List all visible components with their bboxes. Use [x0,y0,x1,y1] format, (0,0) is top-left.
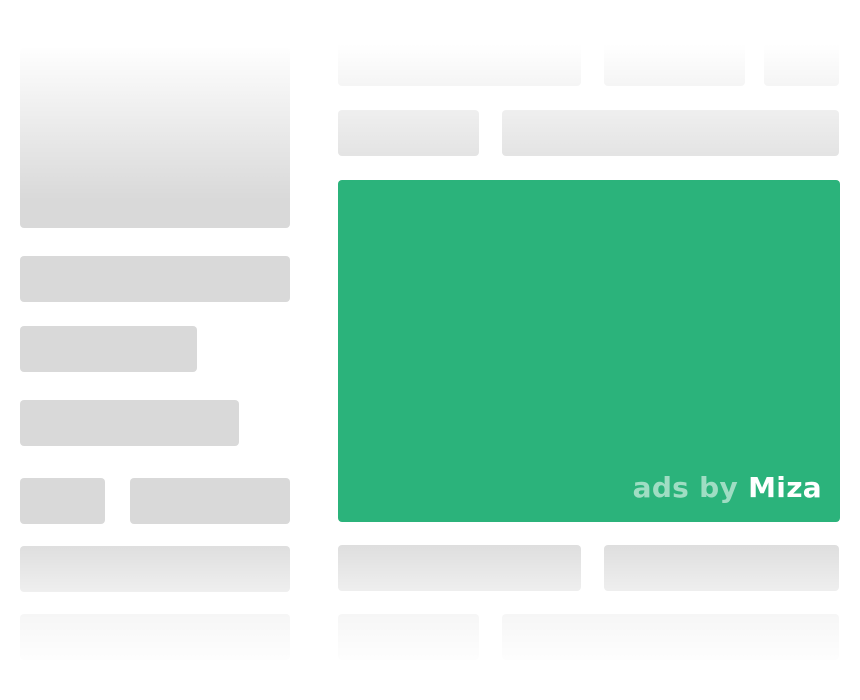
placeholder-bar [20,400,239,446]
placeholder-bar [338,110,479,156]
placeholder-bar [338,40,581,86]
placeholder-bar [764,40,839,86]
ad-banner[interactable]: ads by Miza [338,180,840,522]
ad-brand: Miza [748,471,822,504]
placeholder-bar [130,478,290,524]
placeholder-bar [502,110,839,156]
ad-prefix: ads by [632,471,739,504]
placeholder-bar [502,614,839,660]
placeholder-bar [20,256,290,302]
placeholder-bar [20,614,290,660]
placeholder-bar [604,40,745,86]
placeholder-bar [20,478,105,524]
placeholder-image [20,48,290,228]
placeholder-bar [20,546,290,592]
ad-attribution[interactable]: ads by Miza [633,471,822,504]
placeholder-bar [20,326,197,372]
placeholder-bar [338,614,479,660]
placeholder-bar [338,545,581,591]
placeholder-bar [604,545,839,591]
